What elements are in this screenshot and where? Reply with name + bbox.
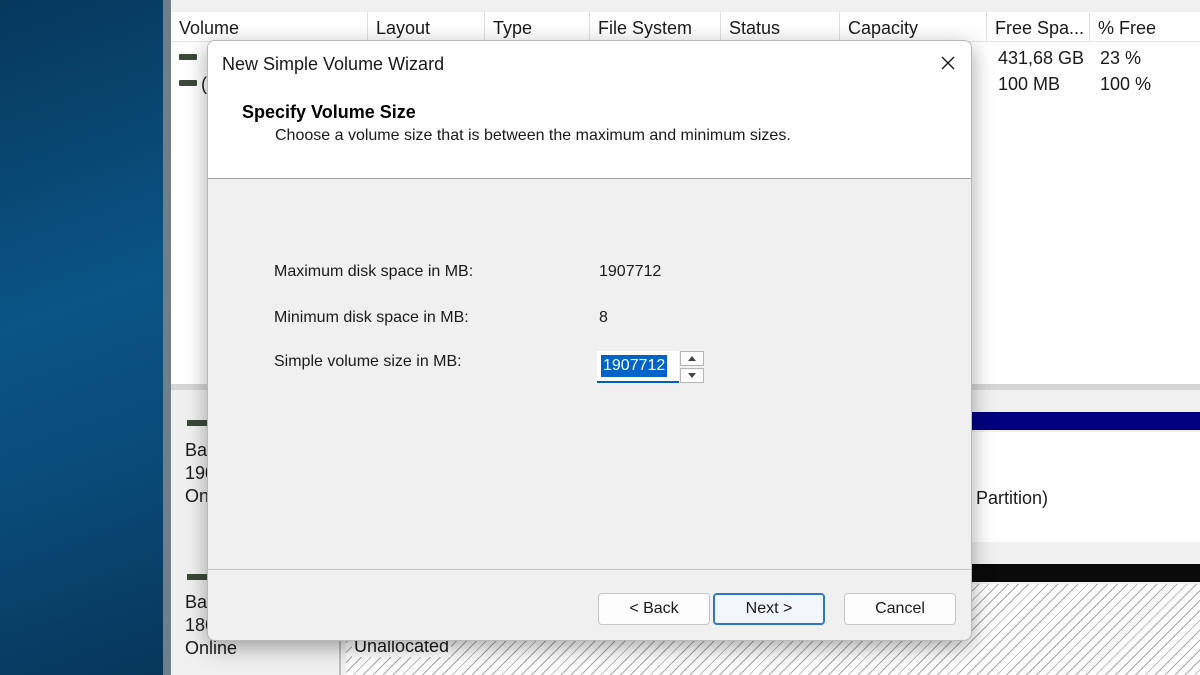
volume-size-stepper — [680, 351, 706, 385]
volume-size-value[interactable]: 1907712 — [601, 355, 668, 377]
column-header-capacity[interactable]: Capacity — [840, 12, 987, 41]
dialog-title: New Simple Volume Wizard — [222, 54, 445, 74]
dialog-titlebar[interactable]: New Simple Volume Wizard — [208, 41, 971, 87]
disk-1-status: Online — [185, 638, 238, 658]
wizard-step-title: Specify Volume Size — [242, 102, 416, 122]
column-header-free-space[interactable]: Free Spa... — [987, 12, 1090, 41]
column-header-percent-free[interactable]: % Free — [1090, 12, 1200, 41]
spin-up-button[interactable] — [680, 351, 704, 366]
free-space-cell: 431,68 GB — [998, 48, 1085, 68]
column-header-volume[interactable]: Volume — [171, 12, 368, 41]
column-header-status[interactable]: Status — [721, 12, 840, 41]
column-headers: Volume Layout Type File System Status Ca… — [171, 12, 1200, 42]
spin-up-icon — [688, 356, 696, 361]
next-button[interactable]: Next > — [713, 593, 825, 625]
spin-down-button[interactable] — [680, 368, 704, 383]
disk-icon — [187, 574, 209, 580]
close-button[interactable] — [925, 41, 971, 85]
volume-icon — [179, 80, 197, 86]
disk-icon — [187, 420, 209, 426]
cancel-button[interactable]: Cancel — [844, 593, 956, 625]
free-space-cell: 100 MB — [998, 74, 1061, 94]
max-disk-space-value: 1907712 — [599, 263, 662, 280]
close-icon — [941, 56, 955, 70]
volume-icon — [179, 54, 197, 60]
desktop-wallpaper — [0, 0, 163, 675]
disk-1-type: Ba — [185, 592, 208, 612]
wizard-step-subtitle: Choose a volume size that is between the… — [275, 127, 791, 144]
disk-0-type: Ba — [185, 440, 208, 460]
column-header-layout[interactable]: Layout — [368, 12, 485, 41]
new-simple-volume-wizard-dialog: New Simple Volume Wizard Specify Volume … — [207, 40, 972, 641]
partition-label: Partition) — [976, 488, 1049, 508]
wizard-header: Specify Volume Size Choose a volume size… — [208, 87, 971, 179]
column-header-type[interactable]: Type — [485, 12, 590, 41]
back-button[interactable]: < Back — [598, 593, 710, 625]
max-disk-space-label: Maximum disk space in MB: — [274, 263, 474, 280]
percent-free-cell: 100 % — [1100, 74, 1152, 94]
min-disk-space-value: 8 — [599, 309, 608, 326]
percent-free-cell: 23 % — [1100, 48, 1142, 68]
spin-down-icon — [688, 373, 696, 378]
volume-size-label: Simple volume size in MB: — [274, 353, 462, 370]
footer-divider — [208, 569, 971, 570]
column-header-file-system[interactable]: File System — [590, 12, 721, 41]
min-disk-space-label: Minimum disk space in MB: — [274, 309, 469, 326]
